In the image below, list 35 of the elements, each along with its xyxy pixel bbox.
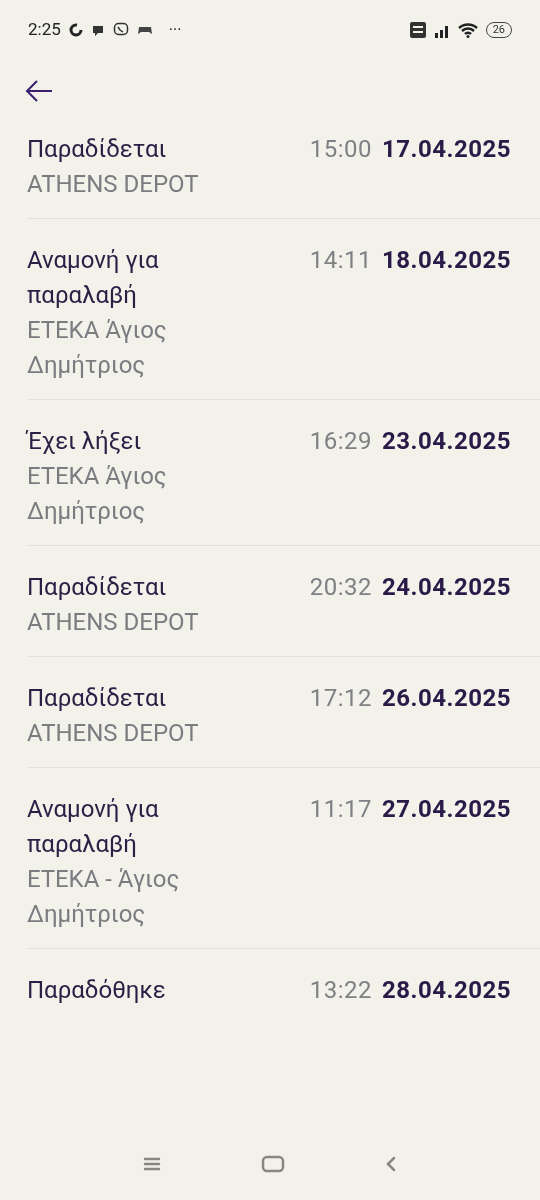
location-text: ATHENS DEPOT: [27, 607, 200, 638]
status-text: Αναμονή για παραλαβή: [27, 794, 160, 860]
time-text: 17:12: [309, 683, 372, 714]
location-text: ΕΤΕΚΑ Άγιος Δημήτριος: [27, 461, 168, 527]
status-text: Αναμονή για παραλαβή: [27, 245, 160, 311]
clock: 2:25: [28, 18, 61, 42]
status-text: Παραδόθηκε: [27, 975, 167, 1006]
location-text: ΕΤΕΚΑ - Άγιος Δημήτριος: [27, 864, 181, 930]
date-text: 26.04.2025: [381, 683, 511, 714]
status-text: Παραδίδεται: [27, 134, 168, 165]
time-text: 14:11: [309, 245, 372, 276]
date-text: 24.04.2025: [381, 572, 511, 603]
date-text: 28.04.2025: [381, 975, 511, 1006]
time-text: 11:17: [309, 794, 372, 825]
home-icon[interactable]: [261, 1155, 285, 1173]
menu-icon[interactable]: [143, 1157, 161, 1171]
location-text: ATHENS DEPOT: [27, 718, 200, 749]
notification-icon: [68, 23, 83, 37]
status-text: Έχει λήξει: [27, 426, 143, 457]
back-icon[interactable]: [385, 1155, 397, 1173]
status-text: Παραδίδεται: [27, 683, 168, 714]
date-text: 23.04.2025: [381, 426, 511, 457]
chat-bubble-icon: [90, 23, 105, 37]
date-text: 18.04.2025: [381, 245, 511, 276]
time-text: 15:00: [309, 134, 372, 165]
location-text: ATHENS DEPOT: [27, 169, 200, 200]
time-text: 20:32: [309, 572, 372, 603]
wifi-icon: [457, 22, 478, 38]
date-text: 17.04.2025: [381, 134, 511, 165]
time-text: 13:22: [309, 975, 372, 1006]
date-text: 27.04.2025: [381, 794, 511, 825]
more-indicator: ···: [168, 19, 182, 41]
location-text: ΕΤΕΚΑ Άγιος Δημήτριος: [27, 315, 168, 381]
time-text: 16:29: [309, 426, 372, 457]
status-text: Παραδίδεται: [27, 572, 168, 603]
